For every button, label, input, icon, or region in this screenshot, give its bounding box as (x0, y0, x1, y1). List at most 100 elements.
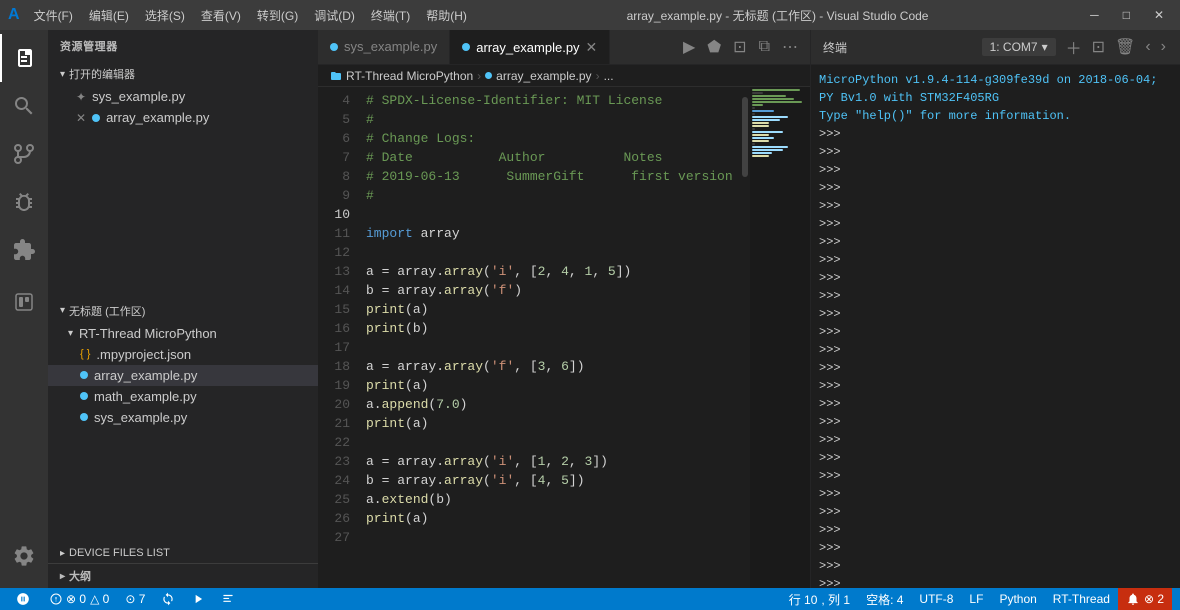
tab-dot-array (462, 43, 470, 51)
menu-edit[interactable]: 编辑(E) (83, 5, 135, 26)
status-row: 行 10 (789, 591, 818, 608)
status-format-btn[interactable] (213, 588, 243, 610)
flash-button[interactable]: ⬟ (703, 35, 725, 59)
terminal-next-btn[interactable]: › (1159, 36, 1168, 58)
terminal-prompt-26: >>> (819, 575, 1172, 588)
device-files-title: DEVICE FILES LIST (69, 547, 170, 559)
status-python[interactable] (8, 588, 42, 610)
open-file-sys[interactable]: ✦ sys_example.py (48, 86, 318, 107)
terminal-prompt-12: >>> (819, 323, 1172, 341)
close-icon-array[interactable]: ✕ (76, 111, 86, 125)
terminal-help-line: Type "help()" for more information. (819, 107, 1172, 125)
tab-sys[interactable]: sys_example.py (318, 30, 450, 64)
terminal-actions: ＋ ⊡ 🗑 ‹ › (1064, 33, 1168, 61)
terminal-prompt-11: >>> (819, 305, 1172, 323)
menu-help[interactable]: 帮助(H) (420, 5, 473, 26)
split-button[interactable]: ⧉ (755, 36, 774, 58)
tree-math-label: math_example.py (94, 389, 197, 404)
menu-debug[interactable]: 调试(D) (308, 5, 361, 26)
run-button[interactable]: ▶ (679, 35, 699, 59)
status-row-col[interactable]: 行 10 , 列 1 (781, 588, 858, 610)
minimize-button[interactable]: ─ (1082, 6, 1107, 24)
tree-sys-example[interactable]: sys_example.py (48, 407, 318, 428)
terminal-selector[interactable]: 1: COM7 ▾ (982, 38, 1056, 56)
terminal-prompt-15: >>> (819, 377, 1172, 395)
device-files-section[interactable]: ▸ DEVICE FILES LIST (48, 543, 318, 563)
extensions-icon (12, 238, 36, 262)
menu-select[interactable]: 选择(S) (139, 5, 191, 26)
status-device-count[interactable]: ⊙ 7 (117, 588, 153, 610)
status-line-ending[interactable]: LF (961, 588, 991, 610)
tab-array[interactable]: array_example.py ✕ (450, 30, 610, 64)
activity-settings[interactable] (0, 532, 48, 580)
activity-debug[interactable] (0, 178, 48, 226)
activity-search[interactable] (0, 82, 48, 130)
terminal-prompt-9: >>> (819, 269, 1172, 287)
py-icon-sys (80, 413, 88, 421)
terminal-prompt-17: >>> (819, 413, 1172, 431)
activity-bar-bottom (0, 532, 48, 588)
tree-math-example[interactable]: math_example.py (48, 386, 318, 407)
menu-file[interactable]: 文件(F) (28, 5, 79, 26)
close-button[interactable]: ✕ (1146, 6, 1172, 24)
status-sync[interactable] (153, 588, 183, 610)
status-encoding-label: UTF-8 (919, 592, 953, 606)
terminal-add-btn[interactable]: ＋ (1064, 33, 1084, 61)
breadcrumb-root[interactable]: RT-Thread MicroPython (330, 69, 473, 83)
terminal-prompt-5: >>> (819, 197, 1172, 215)
workspace-section[interactable]: ▾ 无标题 (工作区) (48, 299, 318, 323)
editor-scrollbar[interactable] (740, 87, 750, 588)
open-file-sys-name: sys_example.py (92, 89, 185, 104)
sync-icon (161, 592, 175, 606)
terminal-header: 终端 1: COM7 ▾ ＋ ⊡ 🗑 ‹ › (811, 30, 1180, 65)
scrollbar-thumb (742, 97, 748, 177)
maximize-button[interactable]: □ (1115, 6, 1138, 24)
board-button[interactable]: ⊡ (729, 35, 750, 59)
tree-rtthread[interactable]: ▾ RT-Thread MicroPython (48, 323, 318, 344)
open-file-array[interactable]: ✕ array_example.py (48, 107, 318, 128)
terminal-content[interactable]: MicroPython v1.9.4-114-g309fe39d on 2018… (811, 65, 1180, 588)
code-editor[interactable]: # SPDX-License-Identifier: MIT License #… (358, 87, 740, 588)
terminal-prompt-8: >>> (819, 251, 1172, 269)
terminal-trash-btn[interactable]: 🗑 (1113, 35, 1137, 59)
status-errors[interactable]: ⊗ 0 △ 0 (42, 588, 117, 610)
editor-tabs: sys_example.py array_example.py ✕ ▶ ⬟ ⊡ … (318, 30, 810, 65)
breadcrumb-file[interactable]: array_example.py (485, 69, 591, 83)
breadcrumb-file-icon (485, 72, 492, 79)
main-layout: 资源管理器 ▾ 打开的编辑器 ✦ sys_example.py ✕ array_… (0, 30, 1180, 588)
terminal-split-btn[interactable]: ⊡ (1090, 35, 1107, 59)
activity-files[interactable] (0, 34, 48, 82)
tab-close-array[interactable]: ✕ (586, 39, 598, 56)
status-encoding[interactable]: UTF-8 (911, 588, 961, 610)
status-rtthread-label: RT-Thread (1053, 592, 1110, 606)
outline-title: 大纲 (69, 568, 91, 584)
menu-goto[interactable]: 转到(G) (251, 5, 304, 26)
window-title: array_example.py - 无标题 (工作区) - Visual St… (473, 7, 1082, 24)
status-run-btn[interactable] (183, 588, 213, 610)
open-editors-chevron: ▾ (60, 69, 65, 80)
sidebar: 资源管理器 ▾ 打开的编辑器 ✦ sys_example.py ✕ array_… (48, 30, 318, 588)
terminal-prompt-16: >>> (819, 395, 1172, 413)
activity-extensions[interactable] (0, 226, 48, 274)
terminal-prev-btn[interactable]: ‹ (1143, 36, 1152, 58)
status-error-badge[interactable]: ⊗ 2 (1118, 588, 1172, 610)
status-rtthread[interactable]: RT-Thread (1045, 588, 1118, 610)
activity-git[interactable] (0, 130, 48, 178)
status-language[interactable]: Python (991, 588, 1044, 610)
activity-bar (0, 30, 48, 588)
status-spaces[interactable]: 空格: 4 (858, 588, 911, 610)
status-bar: ⊗ 0 △ 0 ⊙ 7 行 10 , 列 1 空格: 4 UTF-8 LF Py… (0, 588, 1180, 610)
open-editors-section[interactable]: ▾ 打开的编辑器 (48, 62, 318, 86)
activity-rtthread[interactable] (0, 278, 48, 326)
git-icon (12, 142, 36, 166)
tree-mpyproject[interactable]: { } .mpyproject.json (48, 344, 318, 365)
menu-terminal[interactable]: 终端(T) (365, 5, 416, 26)
menu-view[interactable]: 查看(V) (195, 5, 247, 26)
tree-array-example[interactable]: array_example.py (48, 365, 318, 386)
outline-section[interactable]: ▸ 大纲 (48, 563, 318, 588)
status-error-count-badge: ⊗ 2 (1144, 592, 1164, 606)
more-button[interactable]: ⋯ (778, 35, 802, 59)
terminal-prompt-21: >>> (819, 485, 1172, 503)
breadcrumb-symbol[interactable]: ... (604, 69, 614, 83)
terminal-prompt-25: >>> (819, 557, 1172, 575)
